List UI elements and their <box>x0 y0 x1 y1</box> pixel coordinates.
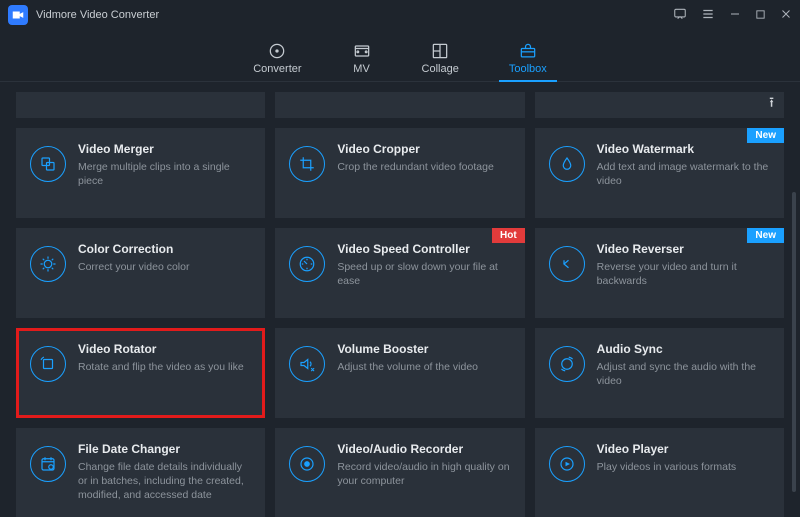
tool-video-rotator[interactable]: Video Rotator Rotate and flip the video a… <box>16 328 265 418</box>
tool-text: Video Player Play videos in various forma… <box>597 442 772 474</box>
tab-label: Toolbox <box>509 63 547 75</box>
tool-name: Video Cropper <box>337 142 512 156</box>
tool-card-partial[interactable] <box>275 92 524 118</box>
tab-label: Collage <box>422 63 459 75</box>
tool-video-audio-recorder[interactable]: Video/Audio Recorder Record video/audio i… <box>275 428 524 517</box>
tool-video-reverser[interactable]: Video Reverser Reverse your video and tur… <box>535 228 784 318</box>
tool-name: File Date Changer <box>78 442 253 456</box>
sync-icon <box>549 346 585 382</box>
tool-file-date-changer[interactable]: File Date Changer Change file date detail… <box>16 428 265 517</box>
tool-desc: Record video/audio in high quality on yo… <box>337 460 512 488</box>
tool-volume-booster[interactable]: Volume Booster Adjust the volume of the v… <box>275 328 524 418</box>
tab-converter[interactable]: Converter <box>243 30 311 81</box>
tool-name: Video Watermark <box>597 142 772 156</box>
close-icon[interactable] <box>780 8 792 22</box>
tool-desc: Speed up or slow down your file at ease <box>337 260 512 288</box>
tool-name: Video/Audio Recorder <box>337 442 512 456</box>
tool-text: Video Rotator Rotate and flip the video a… <box>78 342 253 374</box>
tool-video-cropper[interactable]: Video Cropper Crop the redundant video fo… <box>275 128 524 218</box>
tool-color-correction[interactable]: Color Correction Correct your video color <box>16 228 265 318</box>
watermark-icon <box>549 146 585 182</box>
tool-video-watermark[interactable]: Video Watermark Add text and image waterm… <box>535 128 784 218</box>
tool-desc: Adjust and sync the audio with the video <box>597 360 772 388</box>
merger-icon <box>30 146 66 182</box>
color-icon <box>30 246 66 282</box>
tool-text: Video Speed Controller Speed up or slow d… <box>337 242 512 288</box>
tool-desc: Correct your video color <box>78 260 253 274</box>
tool-text: Video/Audio Recorder Record video/audio i… <box>337 442 512 488</box>
tool-desc: Reverse your video and turn it backwards <box>597 260 772 288</box>
tool-name: Video Player <box>597 442 772 456</box>
badge-new: New <box>747 128 784 143</box>
tool-text: Video Reverser Reverse your video and tur… <box>597 242 772 288</box>
tool-name: Video Speed Controller <box>337 242 512 256</box>
tool-audio-sync[interactable]: Audio Sync Adjust and sync the audio with… <box>535 328 784 418</box>
tab-collage[interactable]: Collage <box>412 30 469 81</box>
tool-text: Video Cropper Crop the redundant video fo… <box>337 142 512 174</box>
tool-text: Video Merger Merge multiple clips into a … <box>78 142 253 188</box>
volume-icon <box>289 346 325 382</box>
toolbox-content: ⭱ Video Merger Merge multiple clips into a… <box>0 82 800 517</box>
tool-text: Video Watermark Add text and image waterm… <box>597 142 772 188</box>
tool-name: Video Rotator <box>78 342 253 356</box>
tool-desc: Crop the redundant video footage <box>337 160 512 174</box>
tool-desc: Add text and image watermark to the vide… <box>597 160 772 188</box>
minimize-icon[interactable] <box>729 8 741 22</box>
tab-label: Converter <box>253 63 301 75</box>
tab-mv[interactable]: MV <box>342 30 382 81</box>
tool-video-speed-controller[interactable]: Video Speed Controller Speed up or slow d… <box>275 228 524 318</box>
tool-desc: Change file date details individually or… <box>78 460 253 503</box>
feedback-icon[interactable] <box>673 7 687 23</box>
app-title: Vidmore Video Converter <box>36 9 159 21</box>
recorder-icon <box>289 446 325 482</box>
tool-desc: Play videos in various formats <box>597 460 772 474</box>
titlebar: Vidmore Video Converter <box>0 0 800 30</box>
tool-name: Audio Sync <box>597 342 772 356</box>
scrollbar[interactable] <box>792 192 796 492</box>
tool-card-partial[interactable] <box>16 92 265 118</box>
main-tabs: Converter MV Collage Toolbox <box>0 30 800 82</box>
speed-icon <box>289 246 325 282</box>
tool-text: File Date Changer Change file date detail… <box>78 442 253 503</box>
date-icon <box>30 446 66 482</box>
window-controls <box>673 7 792 23</box>
menu-icon[interactable] <box>701 7 715 23</box>
tool-desc: Adjust the volume of the video <box>337 360 512 374</box>
tool-video-player[interactable]: Video Player Play videos in various forma… <box>535 428 784 517</box>
badge-hot: Hot <box>492 228 525 243</box>
tool-name: Color Correction <box>78 242 253 256</box>
tab-label: MV <box>353 63 370 75</box>
reverse-icon <box>549 246 585 282</box>
app-logo <box>8 5 28 25</box>
tool-desc: Merge multiple clips into a single piece <box>78 160 253 188</box>
tool-name: Video Reverser <box>597 242 772 256</box>
tool-name: Volume Booster <box>337 342 512 356</box>
tool-card-partial[interactable]: ⭱ <box>535 92 784 118</box>
tool-grid: ⭱ Video Merger Merge multiple clips into a… <box>16 92 784 517</box>
tool-text: Volume Booster Adjust the volume of the v… <box>337 342 512 374</box>
tool-text: Audio Sync Adjust and sync the audio with… <box>597 342 772 388</box>
maximize-icon[interactable] <box>755 9 766 22</box>
cropper-icon <box>289 146 325 182</box>
tool-video-merger[interactable]: Video Merger Merge multiple clips into a … <box>16 128 265 218</box>
tool-name: Video Merger <box>78 142 253 156</box>
tab-toolbox[interactable]: Toolbox <box>499 30 557 81</box>
rotate-icon <box>30 346 66 382</box>
player-icon <box>549 446 585 482</box>
badge-new: New <box>747 228 784 243</box>
tool-desc: Rotate and flip the video as you like <box>78 360 253 374</box>
tool-text: Color Correction Correct your video color <box>78 242 253 274</box>
upload-icon[interactable]: ⭱ <box>769 92 774 116</box>
